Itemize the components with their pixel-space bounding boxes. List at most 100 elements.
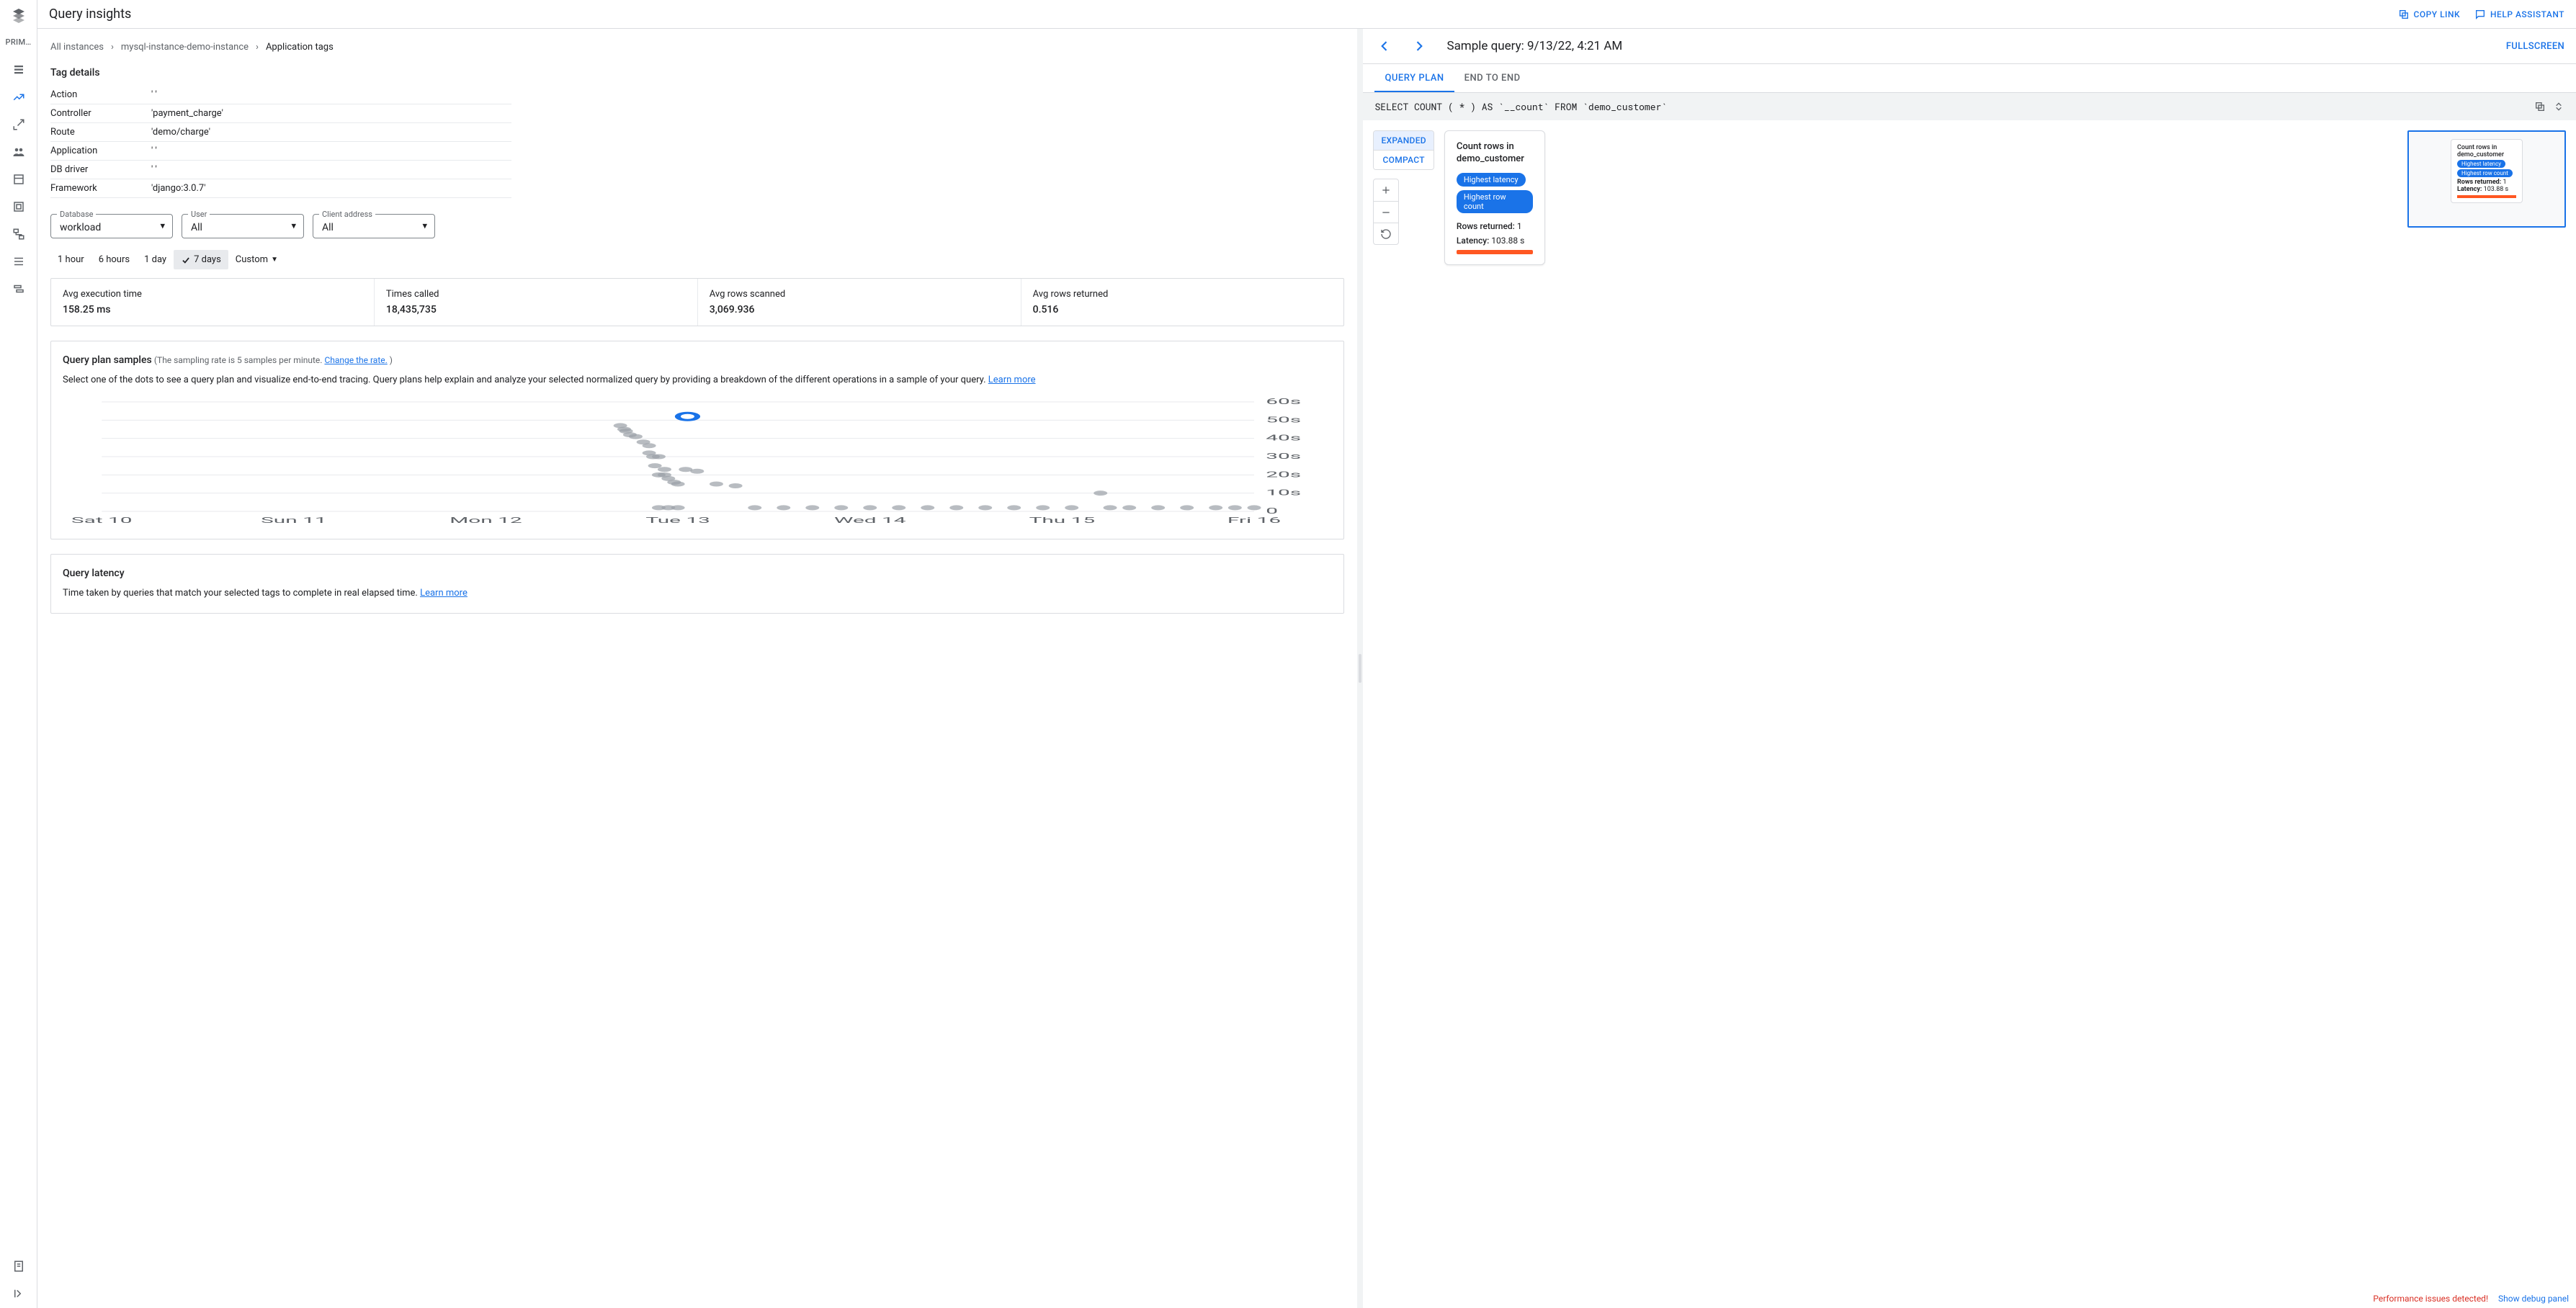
plan-minimap[interactable]: Count rows in demo_customer Highest late… [2407, 130, 2566, 228]
chart-sample-dot[interactable] [748, 505, 761, 510]
chart-sample-dot[interactable] [671, 481, 685, 486]
sidebar-item-query-insights[interactable] [6, 84, 32, 110]
chart-sample-dot[interactable] [1209, 505, 1222, 510]
cloud-sql-logo [10, 7, 27, 24]
timerange-option[interactable]: 7 days [174, 250, 228, 269]
chart-sample-dot[interactable] [643, 443, 656, 448]
tag-detail-row: Action' ' [50, 86, 511, 104]
chart-sample-dot[interactable] [1104, 505, 1117, 510]
zoom-in-button[interactable] [1374, 179, 1398, 201]
chart-sample-dot[interactable] [863, 505, 877, 510]
expand-query-button[interactable] [2553, 101, 2564, 112]
svg-text:10s: 10s [1266, 488, 1301, 497]
query-text: SELECT COUNT ( * ) AS `__count` FROM `de… [1374, 100, 1667, 113]
query-text-bar: SELECT COUNT ( * ) AS `__count` FROM `de… [1363, 93, 2576, 120]
timerange-option[interactable]: 1 day [137, 250, 174, 269]
header: Query insights COPY LINK HELP ASSISTANT [37, 0, 2576, 29]
zoom-out-button[interactable] [1374, 201, 1398, 223]
chart-sample-dot[interactable] [978, 505, 992, 510]
latency-bar [1457, 250, 1533, 254]
chart-sample-dot[interactable] [1248, 505, 1261, 510]
zoom-reset-button[interactable] [1374, 223, 1398, 244]
tab-query-plan[interactable]: QUERY PLAN [1374, 64, 1454, 92]
learn-more-link[interactable]: Learn more [420, 588, 468, 599]
chart-sample-dot[interactable] [1180, 505, 1194, 510]
chart-sample-dot[interactable] [1122, 505, 1136, 510]
show-debug-panel-link[interactable]: Show debug panel [2498, 1294, 2569, 1304]
chart-sample-dot[interactable] [690, 468, 704, 473]
change-rate-link[interactable]: Change the rate. [324, 355, 387, 365]
chevron-right-icon: › [256, 42, 259, 53]
svg-text:20s: 20s [1266, 470, 1301, 479]
expanded-toggle[interactable]: EXPANDED [1374, 131, 1433, 150]
sidebar-item-release-notes[interactable] [6, 1253, 32, 1279]
zoom-controls [1373, 179, 1399, 245]
chart-sample-dot[interactable] [921, 505, 934, 510]
chart-sample-dot[interactable] [777, 505, 790, 510]
sidebar-item-users[interactable] [6, 139, 32, 165]
sidebar-section-label: PRIM… [6, 37, 32, 47]
pane-splitter[interactable] [1357, 29, 1363, 1308]
chart-sample-dot[interactable] [671, 505, 685, 510]
badge-highest-latency: Highest latency [1457, 173, 1526, 187]
breadcrumb-item[interactable]: All instances [50, 42, 104, 53]
sidebar-item-operations[interactable] [6, 248, 32, 274]
sidebar-item-generic[interactable] [6, 276, 32, 302]
plan-node-root[interactable]: Count rows in demo_customer Highest late… [1444, 130, 1545, 265]
chart-sample-dot[interactable] [1228, 505, 1242, 510]
help-assistant-button[interactable]: HELP ASSISTANT [2474, 9, 2564, 20]
chart-sample-dot[interactable] [834, 505, 848, 510]
sample-query-title: Sample query: 9/13/22, 4:21 AM [1446, 39, 1622, 53]
samples-scatter-chart[interactable]: 010s20s30s40s50s60sSat 10Sun 11Mon 12Tue… [63, 396, 1332, 526]
chevron-down-icon: ▾ [160, 221, 165, 232]
timerange-option[interactable]: 6 hours [91, 250, 137, 269]
chart-sample-dot[interactable] [1036, 505, 1050, 510]
copy-query-button[interactable] [2534, 101, 2546, 112]
svg-text:50s: 50s [1266, 415, 1301, 424]
chart-sample-dot[interactable] [729, 483, 743, 488]
timerange-option[interactable]: Custom ▼ [228, 250, 285, 269]
chart-sample-dot[interactable] [1007, 505, 1021, 510]
chart-sample-dot-selected[interactable] [678, 413, 697, 420]
view-mode-toggle: EXPANDED COMPACT [1373, 130, 1434, 170]
chart-sample-dot[interactable] [949, 505, 963, 510]
stat-avg-exec: Avg execution time 158.25 ms [51, 279, 375, 326]
sidebar-item-connections[interactable] [6, 112, 32, 138]
chart-sample-dot[interactable] [1094, 491, 1107, 496]
next-sample-button[interactable] [1409, 36, 1429, 56]
copy-link-button[interactable]: COPY LINK [2398, 9, 2461, 20]
tab-end-to-end[interactable]: END TO END [1454, 64, 1531, 92]
left-pane: All instances › mysql-instance-demo-inst… [37, 29, 1357, 1308]
tag-details-table: Action' 'Controller'payment_charge'Route… [50, 86, 511, 198]
svg-text:60s: 60s [1266, 397, 1301, 406]
breadcrumb-item[interactable]: mysql-instance-demo-instance [121, 42, 249, 53]
chart-sample-dot[interactable] [652, 454, 666, 459]
learn-more-link[interactable]: Learn more [988, 375, 1036, 385]
prev-sample-button[interactable] [1374, 36, 1395, 56]
chart-sample-dot[interactable] [892, 505, 905, 510]
query-plan-samples-card: Query plan samples (The sampling rate is… [50, 341, 1344, 539]
sidebar-item-backups[interactable] [6, 194, 32, 220]
chart-sample-dot[interactable] [648, 463, 662, 468]
timerange-option[interactable]: 1 hour [50, 250, 91, 269]
database-select[interactable]: Database workload ▾ [50, 214, 173, 238]
chart-sample-dot[interactable] [710, 481, 723, 486]
chevron-right-icon: › [111, 42, 114, 53]
sidebar-item-overview[interactable] [6, 57, 32, 83]
fullscreen-button[interactable]: FULLSCREEN [2506, 41, 2564, 52]
chart-sample-dot[interactable] [805, 505, 819, 510]
query-plan-canvas[interactable]: EXPANDED COMPACT Count rows in demo_cust… [1363, 120, 2576, 1308]
svg-text:0: 0 [1266, 506, 1278, 516]
client-address-select[interactable]: Client address All ▾ [313, 214, 435, 238]
sidebar-item-databases[interactable] [6, 166, 32, 192]
chart-sample-dot[interactable] [658, 467, 671, 472]
sidebar-collapse-toggle[interactable] [6, 1281, 32, 1307]
user-select[interactable]: User All ▾ [182, 214, 304, 238]
breadcrumb-item-current: Application tags [266, 42, 334, 53]
compact-toggle[interactable]: COMPACT [1374, 150, 1433, 169]
query-latency-card: Query latency Time taken by queries that… [50, 554, 1344, 614]
sidebar-item-replicas[interactable] [6, 221, 32, 247]
chart-sample-dot[interactable] [1151, 505, 1165, 510]
chart-sample-dot[interactable] [1065, 505, 1078, 510]
chart-sample-dot[interactable] [629, 434, 643, 439]
